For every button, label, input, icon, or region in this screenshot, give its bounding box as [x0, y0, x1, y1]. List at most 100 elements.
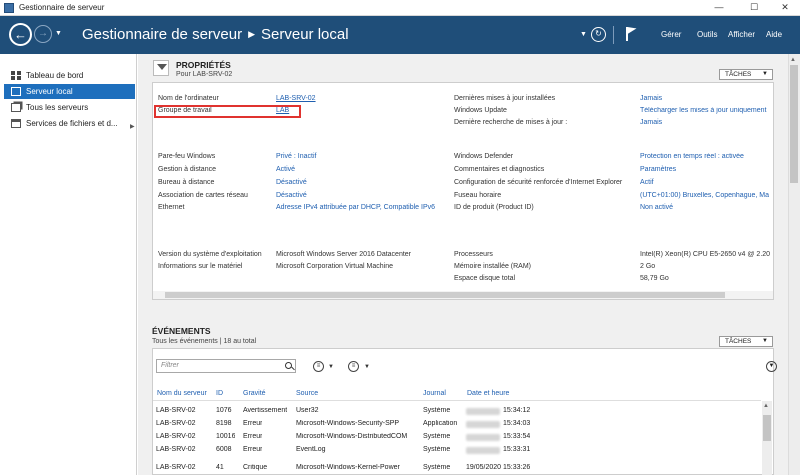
back-arrow-icon[interactable]: ← [9, 23, 32, 46]
refresh-dropdown-icon[interactable]: ▼ [580, 31, 587, 38]
prop-value-diagnostics[interactable]: Paramètres [640, 166, 676, 173]
table-row[interactable]: LAB-SRV-02 8198 Erreur Microsoft-Windows… [153, 418, 761, 431]
sidebar-item-dashboard[interactable]: Tableau de bord [4, 68, 135, 83]
prop-label: Mémoire installée (RAM) [454, 263, 532, 270]
prop-value-ethernet[interactable]: Adresse IPv4 attribuée par DHCP, Compati… [276, 204, 435, 211]
window-title: Gestionnaire de serveur [19, 3, 105, 12]
prop-label: Version du système d'exploitation [158, 251, 262, 258]
prop-label: Processeurs [454, 251, 493, 258]
scroll-up-icon[interactable]: ▲ [790, 57, 796, 63]
cell-source: Microsoft-Windows-DistributedCOM [296, 433, 408, 440]
table-row[interactable]: LAB-SRV-02 10016 Erreur Microsoft-Window… [153, 431, 761, 444]
window-title-bar: Gestionnaire de serveur — ☐ ✕ [0, 0, 800, 16]
cell-id: 8198 [216, 420, 232, 427]
redacted-date [466, 447, 500, 454]
sidebar-item-local-server[interactable]: Serveur local [4, 84, 135, 99]
prop-value-ie-esc[interactable]: Actif [640, 179, 654, 186]
prop-value-timezone[interactable]: (UTC+01:00) Bruxelles, Copenhague, Ma [640, 192, 773, 199]
filter-input[interactable]: Filtrer [156, 359, 296, 373]
prop-value-defender[interactable]: Protection en temps réel : activée [640, 153, 773, 160]
sidebar-item-file-services[interactable]: Services de fichiers et d... ▶ [4, 116, 135, 131]
prop-value-hardware: Microsoft Corporation Virtual Machine [276, 263, 393, 270]
cell-severity: Critique [243, 464, 268, 471]
table-row[interactable]: LAB-SRV-02 41 Critique Microsoft-Windows… [153, 462, 761, 475]
column-header-severity[interactable]: Gravité [243, 390, 266, 397]
scrollbar-thumb[interactable] [165, 292, 725, 298]
refresh-icon[interactable]: ↻ [591, 27, 606, 42]
events-scrollbar[interactable]: ▲ [762, 401, 772, 475]
notifications-flag-icon[interactable] [626, 27, 638, 41]
cell-id: 41 [216, 464, 224, 471]
cell-source: User32 [296, 407, 319, 414]
cell-source: Microsoft-Windows-Security-SPP [296, 420, 400, 427]
prop-value-firewall[interactable]: Privé : Inactif [276, 153, 316, 160]
prop-label: Bureau à distance [158, 179, 215, 186]
forward-arrow-icon[interactable]: → [34, 25, 52, 43]
sidebar-item-label: Tous les serveurs [26, 103, 89, 112]
column-header-datetime[interactable]: Date et heure [467, 390, 509, 397]
column-header-source[interactable]: Source [296, 390, 318, 397]
header-divider [613, 26, 614, 44]
cell-time: 15:33:31 [503, 446, 531, 453]
tasks-label: TÂCHES [725, 71, 752, 78]
cell-log: Application [423, 420, 458, 427]
column-header-server[interactable]: Nom du serveur [157, 390, 207, 397]
redacted-date [466, 408, 500, 415]
history-dropdown-icon[interactable]: ▼ [55, 30, 62, 37]
scrollbar-thumb[interactable] [763, 415, 771, 441]
chevron-down-icon: ▼ [762, 338, 768, 344]
minimize-button[interactable]: — [706, 0, 732, 16]
prop-value-nic-teaming[interactable]: Désactivé [276, 192, 307, 199]
prop-value-os-version: Microsoft Windows Server 2016 Datacenter [276, 251, 411, 258]
column-header-log[interactable]: Journal [423, 390, 446, 397]
chevron-down-icon[interactable]: ▼ [364, 364, 370, 370]
maximize-button[interactable]: ☐ [741, 0, 767, 16]
prop-value-remote-desktop[interactable]: Désactivé [276, 179, 307, 186]
events-tasks-dropdown[interactable]: TÂCHES ▼ [719, 336, 773, 347]
prop-label: Association de cartes réseau [158, 192, 248, 199]
prop-value-processors: Intel(R) Xeon(R) CPU E5-2650 v4 @ 2.20 [640, 251, 771, 258]
scroll-up-icon[interactable]: ▲ [763, 403, 769, 409]
breadcrumb-separator-icon: ▶ [248, 29, 256, 39]
expand-panel-icon[interactable]: ▼ [766, 361, 777, 372]
prop-label: Fuseau horaire [454, 192, 502, 199]
prop-value-computer-name[interactable]: LAB-SRV-02 [276, 95, 316, 102]
menu-tools[interactable]: Outils [697, 30, 717, 39]
sidebar-item-all-servers[interactable]: Tous les serveurs [4, 100, 135, 115]
properties-horizontal-scrollbar[interactable] [153, 291, 773, 299]
search-icon[interactable] [285, 362, 292, 369]
prop-label: Espace disque total [454, 275, 516, 282]
sidebar-item-label: Serveur local [26, 87, 73, 96]
column-header-id[interactable]: ID [216, 390, 223, 397]
prop-value-last-updates[interactable]: Jamais [640, 95, 662, 102]
cell-server: LAB-SRV-02 [156, 446, 196, 453]
chevron-down-icon[interactable]: ▼ [328, 364, 334, 370]
table-row[interactable]: LAB-SRV-02 1076 Avertissement User32 Sys… [153, 405, 761, 418]
menu-view[interactable]: Afficher [728, 30, 755, 39]
menu-manage[interactable]: Gérer [661, 30, 681, 39]
cell-server: LAB-SRV-02 [156, 420, 196, 427]
cell-time: 15:33:54 [503, 433, 531, 440]
prop-value-product-id[interactable]: Non activé [640, 204, 673, 211]
prop-value-windows-update[interactable]: Télécharger les mises à jour uniquement [640, 107, 773, 114]
close-button[interactable]: ✕ [772, 0, 798, 16]
files-icon [11, 119, 21, 128]
cell-log: Système [423, 407, 451, 414]
prop-label: Informations sur le matériel [158, 263, 243, 270]
breadcrumb-root[interactable]: Gestionnaire de serveur [82, 26, 242, 43]
properties-subtitle: Pour LAB-SRV-02 [176, 71, 233, 78]
save-query-icon[interactable]: ≡ [348, 361, 359, 372]
prop-value-remote-management[interactable]: Activé [276, 166, 295, 173]
servers-icon [11, 103, 21, 112]
properties-tasks-dropdown[interactable]: TÂCHES ▼ [719, 69, 773, 80]
collapse-section-icon[interactable] [153, 60, 169, 76]
redacted-date [466, 421, 500, 428]
menu-help[interactable]: Aide [766, 30, 782, 39]
main-scrollbar-thumb[interactable] [790, 65, 798, 183]
prop-value-last-check[interactable]: Jamais [640, 119, 662, 126]
cell-log: Système [423, 433, 451, 440]
table-row[interactable]: LAB-SRV-02 6008 Erreur EventLog Système … [153, 444, 761, 457]
list-options-icon[interactable]: ≡ [313, 361, 324, 372]
cell-server: LAB-SRV-02 [156, 433, 196, 440]
header-divider [153, 400, 761, 401]
